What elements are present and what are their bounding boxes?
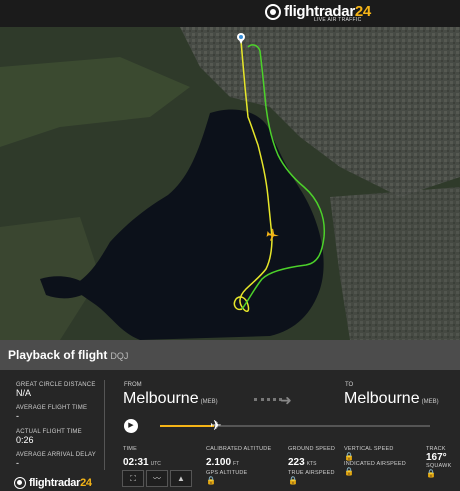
top-bar: flightradar24 LIVE AIR TRAFFIC xyxy=(0,0,460,27)
vertical-speed-metric: VERTICAL SPEED 🔒 INDICATED AIRSPEED 🔒 xyxy=(344,446,406,476)
vertical-speed-lock-icon[interactable]: 🔒 xyxy=(344,452,406,461)
route-arrow-line xyxy=(254,398,282,401)
calibrated-altitude-unit: FT xyxy=(233,461,240,467)
avg-flight-time-label: AVERAGE FLIGHT TIME xyxy=(16,405,88,411)
destination-city-name: Melbourne xyxy=(344,390,420,407)
avg-flight-time-stat: AVERAGE FLIGHT TIME - xyxy=(16,405,87,421)
destination-city[interactable]: Melbourne (MEB) xyxy=(344,390,439,408)
footer-logo[interactable]: flightradar24 xyxy=(14,477,92,489)
brand-tagline: LIVE AIR TRAFFIC xyxy=(314,17,362,23)
route-path-icon[interactable]: 〰 xyxy=(146,470,168,487)
center-view-icon[interactable]: ⛶ xyxy=(122,470,144,487)
indicated-airspeed-lock-icon[interactable]: 🔒 xyxy=(344,467,406,476)
flight-map[interactable] xyxy=(0,27,460,340)
time-metric: TIME 02:31 UTC xyxy=(123,446,161,470)
avg-flight-time-value: - xyxy=(16,411,19,421)
actual-flight-time-stat: ACTUAL FLIGHT TIME 0:26 xyxy=(16,429,82,445)
calibrated-altitude-metric: CALIBRATED ALTITUDE 2.100 FT GPS ALTITUDE… xyxy=(206,446,271,485)
urban-area-southeast xyxy=(330,187,460,340)
true-airspeed-lock-icon[interactable]: 🔒 xyxy=(288,476,335,485)
radar-logo-icon xyxy=(265,3,281,20)
slider-handle-plane-icon[interactable]: ✈ xyxy=(210,418,232,432)
playback-slider[interactable] xyxy=(160,425,430,427)
origin-city[interactable]: Melbourne (MEB) xyxy=(123,390,218,408)
panel-divider xyxy=(104,380,105,470)
time-unit: UTC xyxy=(150,461,161,467)
track-metric: TRACK 167° SQUAWK 🔒 xyxy=(426,446,451,478)
flight-code: DQJ xyxy=(110,351,129,361)
actual-flight-time-value: 0:26 xyxy=(16,435,34,445)
track-value: 167° xyxy=(426,452,447,463)
squawk-lock-icon[interactable]: 🔒 xyxy=(426,469,451,478)
ground-speed-unit: KTS xyxy=(306,461,317,467)
map-canvas[interactable] xyxy=(0,27,460,340)
route-arrow-icon: ➜ xyxy=(280,392,292,408)
origin-city-name: Melbourne xyxy=(123,390,199,407)
origin-airport-code: (MEB) xyxy=(200,399,218,405)
map-tools: ⛶ 〰 ▲ xyxy=(122,470,194,487)
time-value: 02:31 xyxy=(123,457,149,468)
great-circle-value: N/A xyxy=(16,388,32,398)
from-label: FROM xyxy=(124,382,142,388)
altitude-graph-icon[interactable]: ▲ xyxy=(170,470,192,487)
playback-progress xyxy=(160,425,214,427)
avg-arrival-delay-value: - xyxy=(16,458,19,468)
page-title: Playback of flight DQJ xyxy=(8,348,128,362)
footer-brand-main: flightradar xyxy=(29,477,81,489)
avg-arrival-delay-label: AVERAGE ARRIVAL DELAY xyxy=(16,452,97,458)
footer-radar-icon xyxy=(14,477,26,489)
to-label: TO xyxy=(345,382,354,388)
calibrated-altitude-value: 2.100 xyxy=(206,457,232,468)
play-button[interactable]: ▶ xyxy=(124,419,138,433)
gps-altitude-lock-icon[interactable]: 🔒 xyxy=(206,476,271,485)
playback-title: Playback of flight xyxy=(8,348,108,362)
ground-speed-value: 223 xyxy=(288,457,305,468)
playback-title-bar: Playback of flight DQJ xyxy=(0,340,460,370)
ground-speed-metric: GROUND SPEED 223 KTS TRUE AIRSPEED 🔒 xyxy=(288,446,335,485)
footer-brand-number: 24 xyxy=(80,477,92,489)
avg-arrival-delay-stat: AVERAGE ARRIVAL DELAY - xyxy=(16,452,96,468)
destination-airport-code: (MEB) xyxy=(421,399,439,405)
great-circle-stat: GREAT CIRCLE DISTANCE N/A xyxy=(16,382,96,398)
